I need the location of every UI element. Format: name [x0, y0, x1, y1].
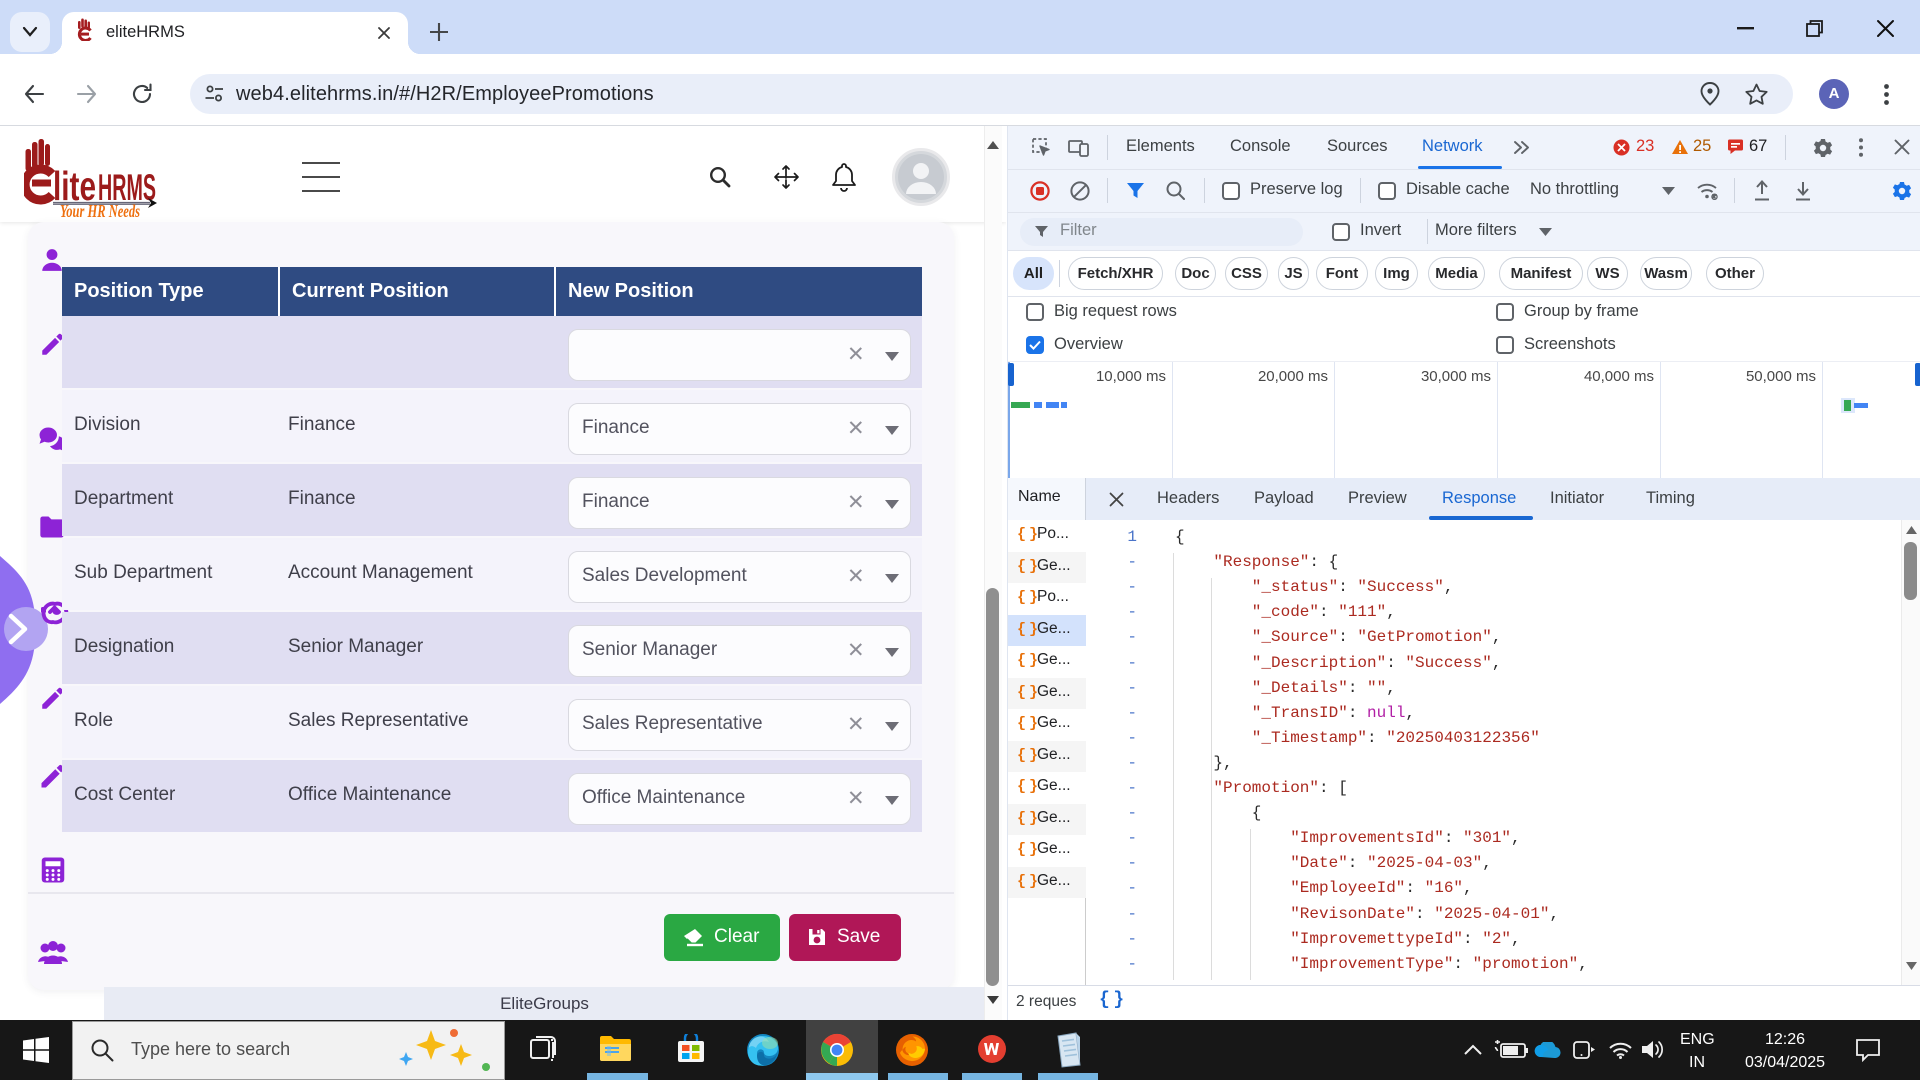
svg-text:Your HR Needs: Your HR Needs: [60, 201, 140, 221]
